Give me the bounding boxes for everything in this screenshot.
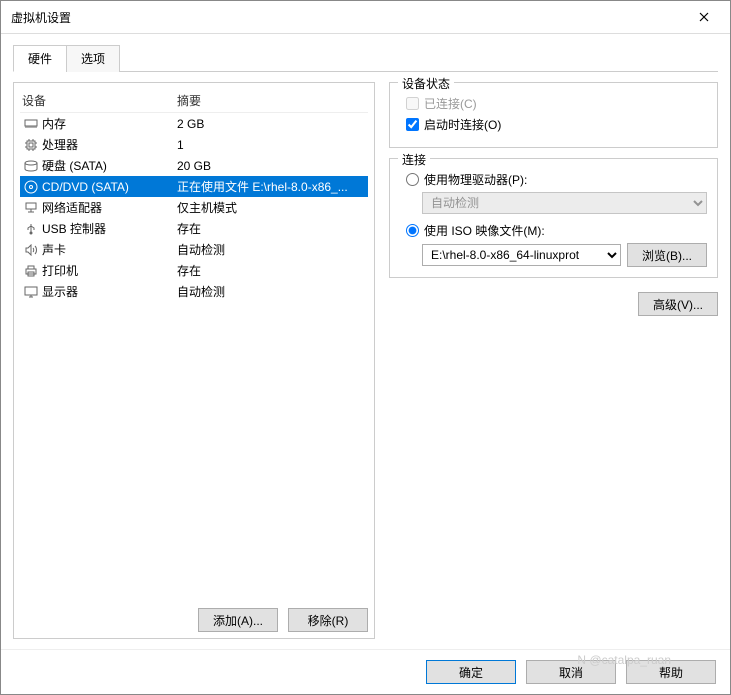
device-name: CD/DVD (SATA) — [42, 180, 177, 194]
device-row[interactable]: 声卡自动检测 — [20, 239, 368, 260]
window-title: 虚拟机设置 — [11, 9, 71, 26]
browse-button[interactable]: 浏览(B)... — [627, 243, 707, 267]
device-summary: 自动检测 — [177, 241, 366, 258]
printer-icon — [22, 265, 40, 277]
device-summary: 存在 — [177, 262, 366, 279]
network-icon — [22, 202, 40, 214]
usb-icon — [22, 223, 40, 235]
device-row[interactable]: 打印机存在 — [20, 260, 368, 281]
advanced-button[interactable]: 高级(V)... — [638, 292, 718, 316]
titlebar: 虚拟机设置 — [1, 1, 730, 34]
header-device: 设备 — [22, 92, 177, 109]
close-button[interactable] — [688, 7, 720, 27]
status-legend: 设备状态 — [398, 75, 454, 92]
use-physical-row: 使用物理驱动器(P): — [406, 171, 707, 188]
device-name: 显示器 — [42, 283, 177, 300]
physical-drive-select: 自动检测 — [422, 192, 707, 214]
header-summary: 摘要 — [177, 92, 366, 109]
device-row[interactable]: 显示器自动检测 — [20, 281, 368, 302]
cpu-icon — [22, 138, 40, 152]
device-summary: 仅主机模式 — [177, 199, 366, 216]
device-name: 硬盘 (SATA) — [42, 157, 177, 174]
tabs: 硬件 选项 — [13, 44, 718, 72]
help-button[interactable]: 帮助 — [626, 660, 716, 684]
cd-icon — [22, 180, 40, 194]
connect-on-start-row: 启动时连接(O) — [406, 116, 707, 133]
device-name: 声卡 — [42, 241, 177, 258]
device-summary: 2 GB — [177, 117, 366, 131]
device-name: 处理器 — [42, 136, 177, 153]
device-summary: 20 GB — [177, 159, 366, 173]
display-icon — [22, 286, 40, 298]
connection-group: 连接 使用物理驱动器(P): 自动检测 使用 ISO 映像文件(M): — [389, 158, 718, 278]
close-icon — [699, 12, 709, 22]
use-physical-radio[interactable] — [406, 173, 419, 186]
connected-checkbox — [406, 97, 419, 110]
device-status-group: 设备状态 已连接(C) 启动时连接(O) — [389, 82, 718, 148]
use-physical-label[interactable]: 使用物理驱动器(P): — [424, 171, 527, 188]
remove-button[interactable]: 移除(R) — [288, 608, 368, 632]
use-iso-radio[interactable] — [406, 224, 419, 237]
device-list: 设备 摘要 内存2 GB处理器1硬盘 (SATA)20 GBCD/DVD (SA… — [20, 89, 368, 600]
sound-icon — [22, 244, 40, 256]
device-name: 内存 — [42, 115, 177, 132]
connect-on-start-checkbox[interactable] — [406, 118, 419, 131]
disk-icon — [22, 160, 40, 172]
device-summary: 1 — [177, 138, 366, 152]
device-summary: 自动检测 — [177, 283, 366, 300]
device-name: 打印机 — [42, 262, 177, 279]
connected-row: 已连接(C) — [406, 95, 707, 112]
ok-button[interactable]: 确定 — [426, 660, 516, 684]
device-row[interactable]: 内存2 GB — [20, 113, 368, 134]
connect-on-start-label[interactable]: 启动时连接(O) — [424, 116, 501, 133]
dialog-footer: 确定 取消 帮助 — [1, 649, 730, 694]
device-summary: 存在 — [177, 220, 366, 237]
vm-settings-dialog: 虚拟机设置 硬件 选项 设备 摘要 内存2 GB处理器1硬盘 (SATA)20 … — [0, 0, 731, 695]
tab-options[interactable]: 选项 — [66, 45, 120, 72]
settings-panel: 设备状态 已连接(C) 启动时连接(O) 连接 使用物理驱动器(P): — [389, 82, 718, 639]
device-name: 网络适配器 — [42, 199, 177, 216]
use-iso-label[interactable]: 使用 ISO 映像文件(M): — [424, 222, 545, 239]
device-row[interactable]: 硬盘 (SATA)20 GB — [20, 155, 368, 176]
hardware-panel: 设备 摘要 内存2 GB处理器1硬盘 (SATA)20 GBCD/DVD (SA… — [13, 82, 375, 639]
connected-label: 已连接(C) — [424, 95, 477, 112]
device-name: USB 控制器 — [42, 220, 177, 237]
add-button[interactable]: 添加(A)... — [198, 608, 278, 632]
connection-legend: 连接 — [398, 151, 430, 168]
memory-icon — [22, 118, 40, 130]
device-row[interactable]: USB 控制器存在 — [20, 218, 368, 239]
cancel-button[interactable]: 取消 — [526, 660, 616, 684]
list-header: 设备 摘要 — [20, 89, 368, 113]
device-row[interactable]: 网络适配器仅主机模式 — [20, 197, 368, 218]
device-summary: 正在使用文件 E:\rhel-8.0-x86_... — [177, 178, 366, 195]
tab-hardware[interactable]: 硬件 — [13, 45, 67, 72]
iso-path-select[interactable]: E:\rhel-8.0-x86_64-linuxprot — [422, 244, 621, 266]
use-iso-row: 使用 ISO 映像文件(M): — [406, 222, 707, 239]
device-row[interactable]: CD/DVD (SATA)正在使用文件 E:\rhel-8.0-x86_... — [20, 176, 368, 197]
device-row[interactable]: 处理器1 — [20, 134, 368, 155]
